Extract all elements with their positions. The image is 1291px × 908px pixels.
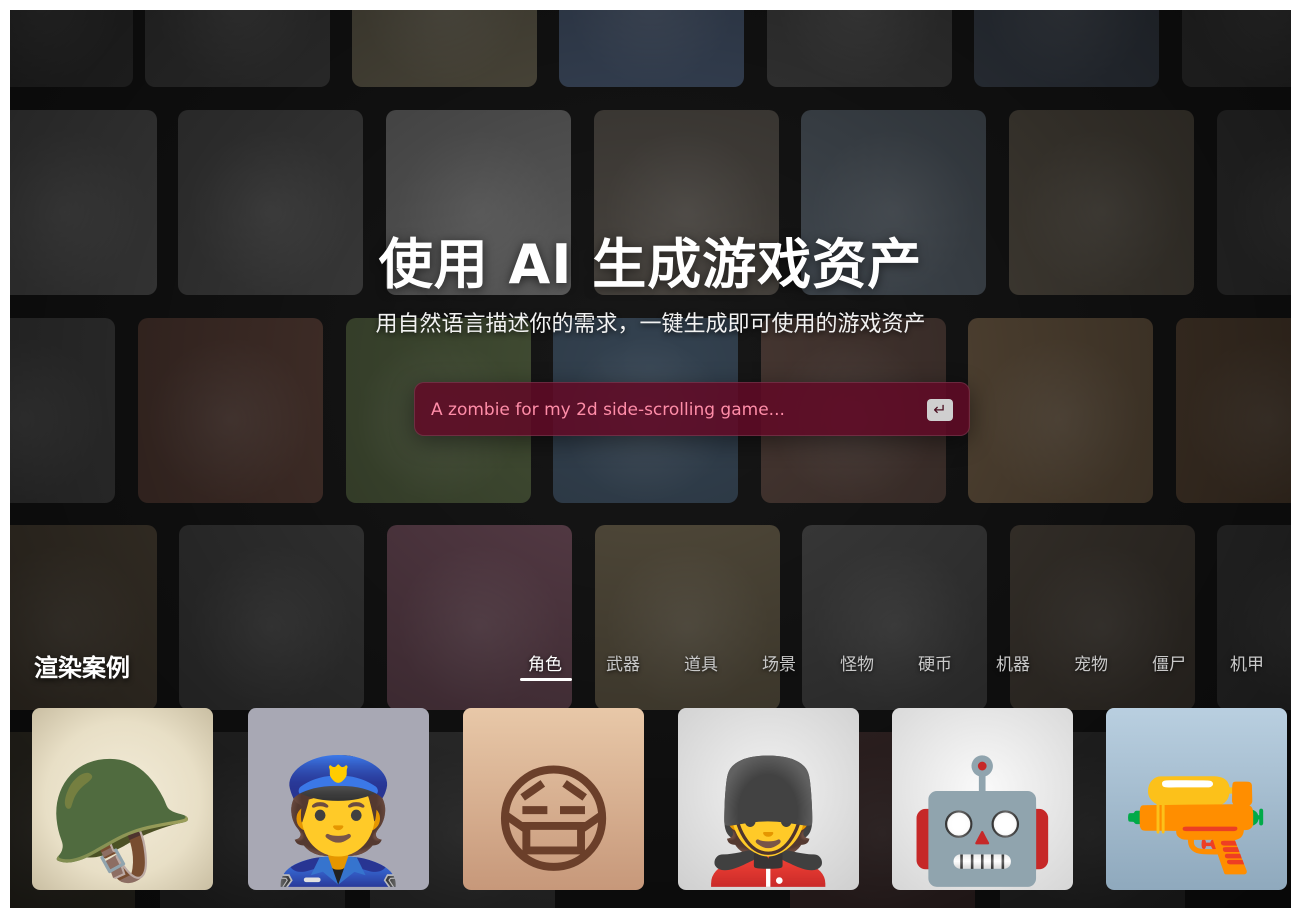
tab-scenes[interactable]: 场景 — [762, 650, 796, 675]
bg-tile-robot — [559, 10, 744, 87]
bg-tile-castle — [968, 318, 1153, 503]
bg-tile-character — [352, 10, 537, 87]
bg-tile-cat — [387, 525, 572, 710]
tab-machines[interactable]: 机器 — [996, 650, 1030, 675]
tab-pets[interactable]: 宠物 — [1074, 650, 1108, 675]
bg-tile-castle — [1176, 318, 1291, 503]
showcase-card-swat[interactable]: 👮 — [248, 708, 429, 890]
showcase-card-armored-trooper[interactable]: 🤖 — [892, 708, 1073, 890]
gasmask-figure-icon: 😷 — [490, 752, 617, 890]
bg-tile-robot-dog — [1010, 525, 1195, 710]
tab-zombies[interactable]: 僵尸 — [1152, 650, 1186, 675]
hero-subtitle: 用自然语言描述你的需求，一键生成即可使用的游戏资产 — [375, 312, 926, 337]
bg-tile-robot-dog — [1217, 525, 1291, 710]
tab-characters[interactable]: 角色 — [528, 650, 562, 675]
swat-figure-icon: 👮 — [263, 752, 414, 890]
bg-tile-building — [138, 318, 323, 503]
showcase-card-soldier[interactable]: 🪖 — [32, 708, 213, 890]
tab-props[interactable]: 道具 — [684, 650, 718, 675]
enter-icon[interactable]: ↵ — [927, 399, 953, 421]
showcase-card-redcoat[interactable]: 💂 — [678, 708, 859, 890]
prompt-input[interactable] — [431, 383, 911, 437]
active-tab-indicator — [520, 678, 572, 681]
bg-tile-pistol — [179, 525, 364, 710]
bg-tile-octopus — [10, 318, 115, 503]
tab-coins[interactable]: 硬币 — [918, 650, 952, 675]
showcase-card-gasmask-soldier[interactable]: 😷 — [463, 708, 644, 890]
bg-tile-character — [10, 10, 133, 87]
bg-tile-item — [1182, 10, 1291, 87]
tab-mechs[interactable]: 机甲 — [1230, 650, 1264, 675]
hero-title: 使用 AI 生成游戏资产 — [378, 233, 923, 296]
redcoat-figure-icon: 💂 — [693, 752, 844, 890]
trooper-figure-icon: 🤖 — [907, 752, 1058, 890]
bg-tile-robot — [974, 10, 1159, 87]
prompt-box: ↵ — [414, 382, 970, 437]
bg-tile-character — [145, 10, 330, 87]
bg-tile-puppy — [595, 525, 780, 710]
app-viewport: 使用 AI 生成游戏资产 用自然语言描述你的需求，一键生成即可使用的游戏资产 ↵… — [10, 10, 1291, 908]
commando-figure-icon: 🔫 — [1121, 752, 1272, 890]
soldier-figure-icon: 🪖 — [47, 752, 198, 890]
showcase-title: 渲染案例 — [34, 654, 130, 682]
bg-tile-robot-dog — [802, 525, 987, 710]
tab-weapons[interactable]: 武器 — [606, 650, 640, 675]
showcase-card-commando[interactable]: 🔫 — [1106, 708, 1287, 890]
tab-monsters[interactable]: 怪物 — [840, 650, 874, 675]
bg-tile-weapon — [767, 10, 952, 87]
